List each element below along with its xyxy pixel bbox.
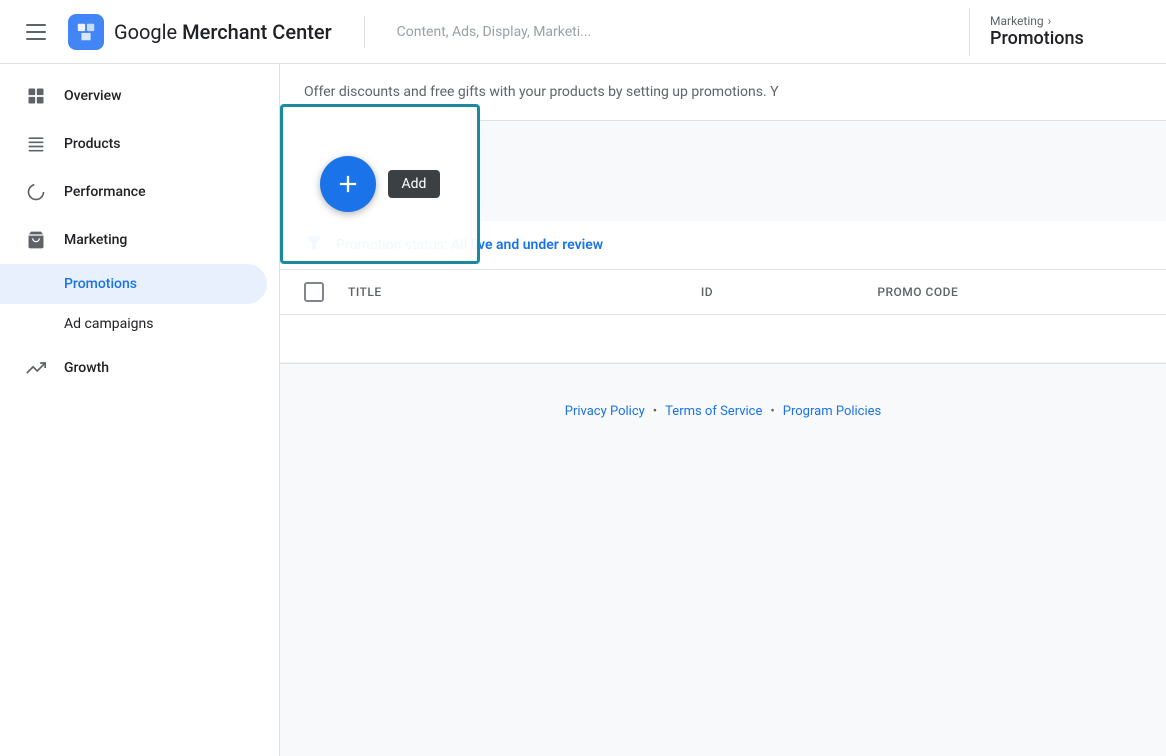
sidebar-item-marketing[interactable]: Marketing [0, 216, 267, 264]
breadcrumb-current: Promotions [990, 28, 1084, 49]
sidebar-item-marketing-label: Marketing [64, 232, 127, 248]
sidebar-item-growth[interactable]: Growth [0, 344, 267, 392]
layout: Overview Products Performance [0, 64, 1166, 756]
info-text: Offer discounts and free gifts with your… [304, 84, 779, 100]
sidebar-sub-item-ad-campaigns-label: Ad campaigns [64, 316, 153, 332]
sidebar-item-growth-label: Growth [64, 360, 109, 376]
sidebar-sub-item-ad-campaigns[interactable]: Ad campaigns [0, 304, 267, 344]
terms-of-service-link[interactable]: Terms of Service [665, 404, 762, 419]
sidebar-item-products-label: Products [64, 136, 121, 152]
sidebar: Overview Products Performance [0, 64, 280, 756]
breadcrumb-parent[interactable]: Marketing › [990, 14, 1051, 28]
logo-text: Google Merchant Center [114, 20, 332, 44]
trending-up-icon [24, 356, 48, 380]
table-empty-row [280, 315, 1166, 363]
footer-separator-1: • [653, 404, 657, 419]
header-divider [364, 16, 365, 48]
chevron-right-icon: › [1048, 14, 1052, 28]
banner-area: Offer discounts and free gifts with your… [280, 64, 1166, 121]
privacy-policy-link[interactable]: Privacy Policy [565, 404, 645, 419]
program-policies-link[interactable]: Program Policies [783, 404, 881, 419]
main-content: Offer discounts and free gifts with your… [280, 64, 1166, 756]
header-left: Google Merchant Center Content, Ads, Dis… [16, 12, 949, 52]
table-header: Title ID Promo code [280, 270, 1166, 315]
list-icon [24, 132, 48, 156]
promotions-table: Title ID Promo code [280, 270, 1166, 364]
sidebar-sub-item-promotions-label: Promotions [64, 276, 137, 292]
logo-icon [68, 14, 104, 50]
sidebar-item-overview-label: Overview [64, 88, 121, 104]
menu-button[interactable] [16, 12, 56, 52]
sidebar-sub-item-promotions[interactable]: Promotions [0, 264, 267, 304]
circle-partial-icon [24, 180, 48, 204]
logo-container: Google Merchant Center [68, 14, 332, 50]
column-title: Title [348, 285, 701, 299]
select-all-checkbox[interactable] [304, 282, 324, 302]
header: Google Merchant Center Content, Ads, Dis… [0, 0, 1166, 64]
breadcrumb: Marketing › Promotions [990, 14, 1150, 49]
sidebar-item-performance[interactable]: Performance [0, 168, 267, 216]
header-right-divider [969, 8, 970, 56]
add-circle-button[interactable] [320, 156, 376, 212]
header-subtitle: Content, Ads, Display, Marketi... [397, 24, 949, 40]
sidebar-item-overview[interactable]: Overview [0, 72, 267, 120]
column-id: ID [701, 285, 877, 299]
add-label-button[interactable]: Add [388, 170, 441, 198]
add-promotion-overlay: Add [280, 104, 480, 264]
footer: Privacy Policy • Terms of Service • Prog… [280, 364, 1166, 443]
sidebar-item-products[interactable]: Products [0, 120, 267, 168]
column-promo-code: Promo code [877, 285, 1142, 299]
bag-icon [24, 228, 48, 252]
sidebar-item-performance-label: Performance [64, 184, 146, 200]
grid-icon [24, 84, 48, 108]
footer-separator-2: • [770, 404, 774, 419]
